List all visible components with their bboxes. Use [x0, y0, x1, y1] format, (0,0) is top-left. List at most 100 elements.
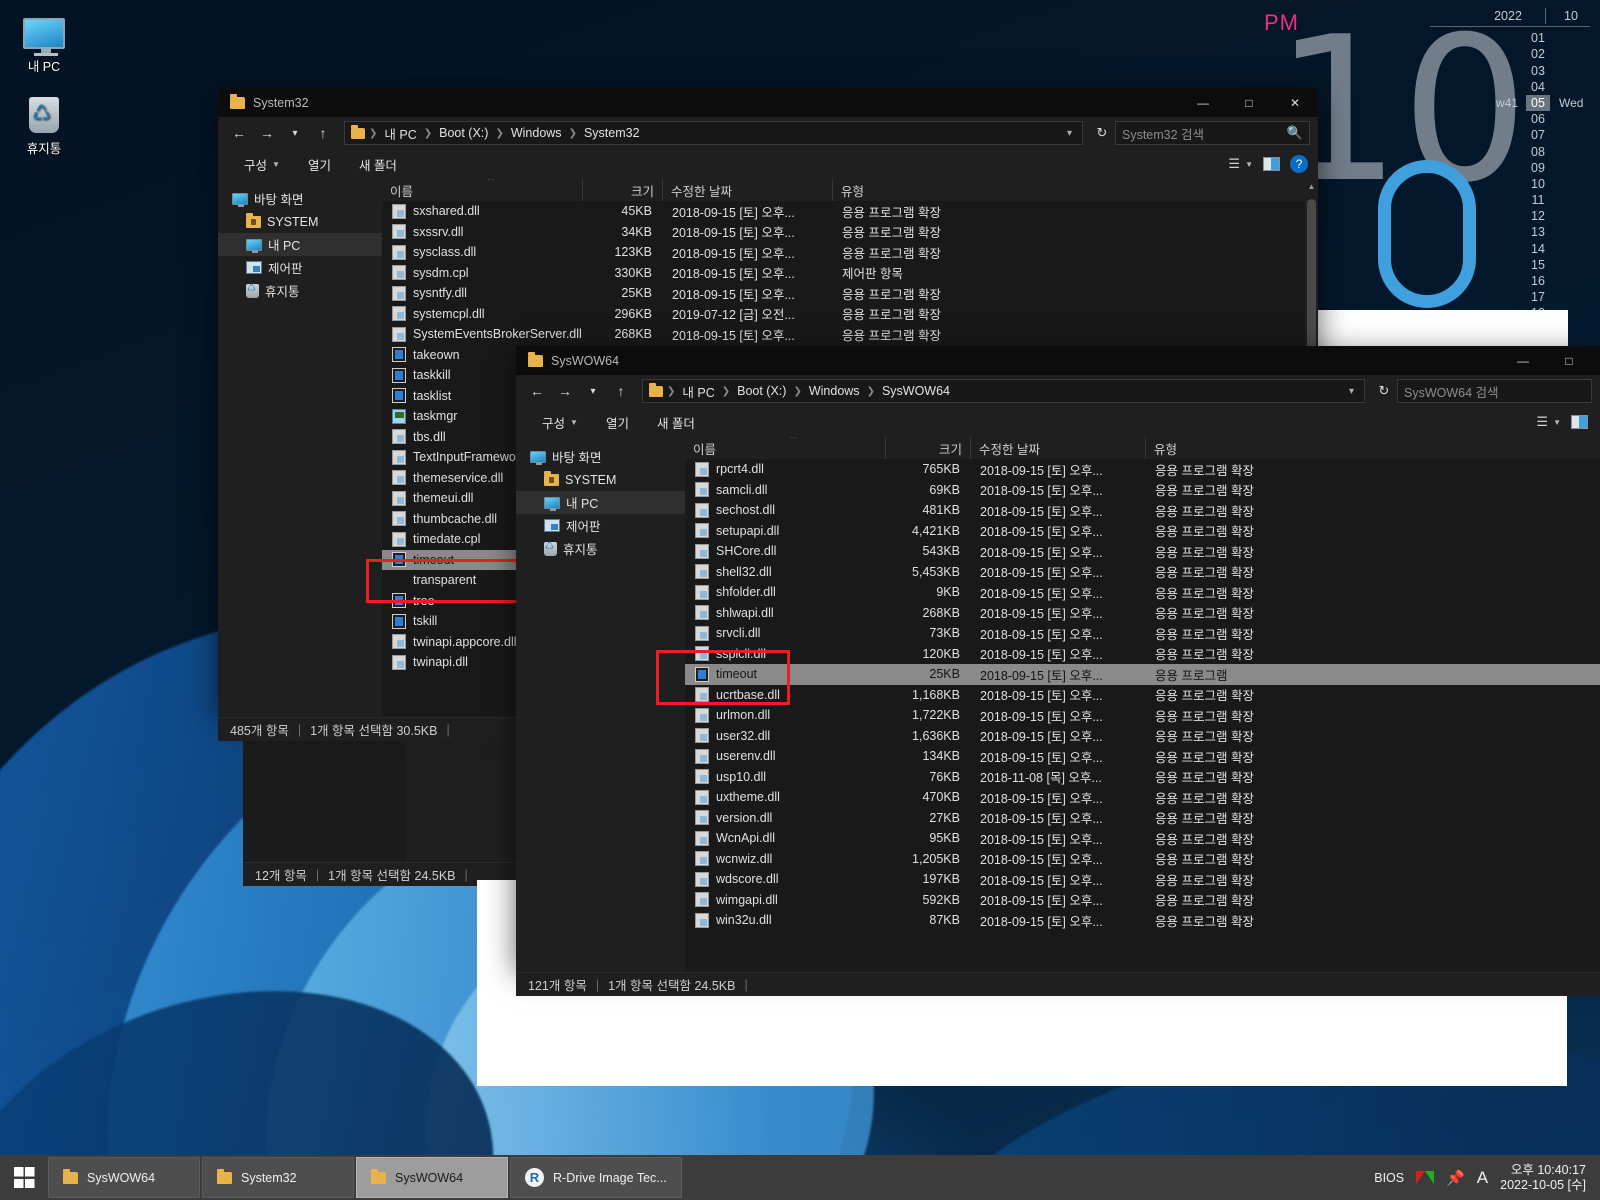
file-row[interactable]: sxshared.dll 45KB 2018-09-15 [토] 오후... 응용 프… [382, 201, 1318, 222]
file-row[interactable]: timeout 25KB 2018-09-15 [토] 오후... 응용 프로그램 [685, 664, 1600, 685]
close-button[interactable]: ✕ [1272, 88, 1318, 117]
search-box-syswow64[interactable]: SysWOW64 검색 [1397, 379, 1592, 403]
file-row[interactable]: shlwapi.dll 268KB 2018-09-15 [토] 오후... 응용 프… [685, 603, 1600, 624]
nav-item-1[interactable]: SYSTEM [218, 210, 382, 233]
file-list-pane-syswow64[interactable]: 이름 크기 수정한 날짜 유형 ⌃ rpcrt4.dll 765KB 2018-09-15 … [685, 437, 1600, 972]
file-row[interactable]: systemcpl.dll 296KB 2019-07-12 [금] 오전... 응용… [382, 304, 1318, 325]
taskbar[interactable]: SysWOW64 System32 SysWOW64 R R-Drive Image T… [0, 1155, 1600, 1200]
nav-item-0[interactable]: 바탕 화면 [516, 445, 685, 468]
file-row[interactable]: shell32.dll 5,453KB 2018-09-15 [토] 오후... 응용… [685, 562, 1600, 583]
new-folder-button[interactable]: 새 폴더 [643, 409, 709, 435]
preview-pane-icon[interactable] [1571, 415, 1588, 429]
column-header-3[interactable]: 유형 [832, 179, 957, 201]
column-header-1[interactable]: 크기 [885, 437, 970, 459]
scroll-up-icon[interactable]: ▲ [1305, 179, 1318, 193]
breadcrumb-item[interactable]: 내 PC [381, 124, 419, 143]
nav-item-1[interactable]: SYSTEM [516, 468, 685, 491]
maximize-button[interactable]: □ [1226, 88, 1272, 117]
navigation-bar-system32[interactable]: ← → ▾ ↑ ❯ 내 PC ❯ Boot (X:) ❯ Windows ❯ S… [218, 117, 1318, 149]
command-bar-right[interactable]: ☰ ▼ ? [1228, 155, 1308, 173]
command-bar-system32[interactable]: 구성 ▼ 열기 새 폴더 ☰ ▼ ? [218, 149, 1318, 179]
column-header-0[interactable]: 이름 [685, 437, 885, 459]
nav-item-3[interactable]: 제어판 [218, 256, 382, 279]
file-row[interactable]: wimgapi.dll 592KB 2018-09-15 [토] 오후... 응용 프… [685, 890, 1600, 911]
file-row[interactable]: sxssrv.dll 34KB 2018-09-15 [토] 오후... 응용 프로그… [382, 222, 1318, 243]
column-header-2[interactable]: 수정한 날짜 [970, 437, 1145, 459]
taskbar-item-2[interactable]: SysWOW64 [356, 1157, 508, 1198]
recent-locations-chevron-down-icon[interactable]: ▾ [580, 378, 606, 404]
file-row[interactable]: wdscore.dll 197KB 2018-09-15 [토] 오후... 응용 프… [685, 869, 1600, 890]
taskbar-item-1[interactable]: System32 [202, 1157, 354, 1198]
breadcrumb-chevron-down-icon[interactable]: ▾ [1345, 386, 1358, 397]
window-controls[interactable]: — □ ✕ [1180, 88, 1318, 117]
titlebar-syswow64[interactable]: SysWOW64 — □ [516, 346, 1600, 375]
minimize-button[interactable]: — [1180, 88, 1226, 117]
file-row[interactable]: sysdm.cpl 330KB 2018-09-15 [토] 오후... 제어판 항목 [382, 263, 1318, 284]
file-row[interactable]: wcnwiz.dll 1,205KB 2018-09-15 [토] 오후... 응용 … [685, 849, 1600, 870]
file-row[interactable]: samcli.dll 69KB 2018-09-15 [토] 오후... 응용 프로그… [685, 480, 1600, 501]
file-row[interactable]: win32u.dll 87KB 2018-09-15 [토] 오후... 응용 프로그… [685, 910, 1600, 931]
forward-button[interactable]: → [254, 120, 280, 146]
refresh-button[interactable]: ↻ [1373, 379, 1395, 403]
clock-tray[interactable]: 오후 10:40:17 2022-10-05 [수] [1500, 1163, 1586, 1193]
column-header-2[interactable]: 수정한 날짜 [662, 179, 832, 201]
system-tray[interactable]: BIOS 📌 A 오후 10:40:17 2022-10-05 [수] [1374, 1155, 1600, 1200]
organize-button[interactable]: 구성 ▼ [528, 409, 592, 435]
nav-item-3[interactable]: 제어판 [516, 514, 685, 537]
titlebar-system32[interactable]: System32 — □ ✕ [218, 88, 1318, 117]
search-box-system32[interactable]: System32 검색 🔍 [1115, 121, 1310, 145]
nav-item-2[interactable]: 내 PC [218, 233, 382, 256]
breadcrumb-item[interactable]: System32 [581, 126, 643, 140]
file-row[interactable]: sechost.dll 481KB 2018-09-15 [토] 오후... 응용 프… [685, 500, 1600, 521]
breadcrumb-syswow64[interactable]: ❯ 내 PC ❯ Boot (X:) ❯ Windows ❯ SysWOW64 … [642, 379, 1365, 403]
file-row[interactable]: sspicli.dll 120KB 2018-09-15 [토] 오후... 응용 프… [685, 644, 1600, 665]
file-row[interactable]: user32.dll 1,636KB 2018-09-15 [토] 오후... 응용 … [685, 726, 1600, 747]
breadcrumb-item[interactable]: Windows [508, 126, 565, 140]
column-header-1[interactable]: 크기 [582, 179, 662, 201]
nav-item-2[interactable]: 내 PC [516, 491, 685, 514]
preview-pane-icon[interactable] [1263, 157, 1280, 171]
file-row[interactable]: setupapi.dll 4,421KB 2018-09-15 [토] 오후... 응… [685, 521, 1600, 542]
back-button[interactable]: ← [524, 378, 550, 404]
open-button[interactable]: 열기 [294, 151, 345, 177]
open-button[interactable]: 열기 [592, 409, 643, 435]
command-bar-right[interactable]: ☰ ▼ [1536, 414, 1588, 430]
recent-locations-chevron-down-icon[interactable]: ▾ [282, 120, 308, 146]
column-header-3[interactable]: 유형 [1145, 437, 1280, 459]
nav-item-0[interactable]: 바탕 화면 [218, 187, 382, 210]
breadcrumb-item[interactable]: SysWOW64 [879, 384, 953, 398]
file-row[interactable]: srvcli.dll 73KB 2018-09-15 [토] 오후... 응용 프로그… [685, 623, 1600, 644]
nvidia-tray-icon[interactable] [1416, 1171, 1435, 1184]
column-headers-syswow64[interactable]: 이름 크기 수정한 날짜 유형 ⌃ [685, 437, 1600, 459]
help-button[interactable]: ? [1290, 155, 1308, 173]
search-input[interactable]: SysWOW64 검색 [1404, 382, 1585, 401]
up-button[interactable]: ↑ [608, 378, 634, 404]
breadcrumb-item[interactable]: Boot (X:) [436, 126, 491, 140]
navigation-bar-syswow64[interactable]: ← → ▾ ↑ ❯ 내 PC ❯ Boot (X:) ❯ Windows ❯ S… [516, 375, 1600, 407]
taskbar-item-0[interactable]: SysWOW64 [48, 1157, 200, 1198]
start-button[interactable] [0, 1155, 48, 1200]
file-row[interactable]: uxtheme.dll 470KB 2018-09-15 [토] 오후... 응용 프… [685, 787, 1600, 808]
desktop-icon-my-pc[interactable]: 내 PC [0, 10, 88, 75]
back-button[interactable]: ← [226, 120, 252, 146]
file-row[interactable]: SystemEventsBrokerServer.dll 268KB 2018-09… [382, 324, 1318, 345]
search-icon[interactable]: 🔍 [1287, 125, 1303, 141]
file-row[interactable]: shfolder.dll 9KB 2018-09-15 [토] 오후... 응용 프로… [685, 582, 1600, 603]
view-options-button[interactable]: ☰ ▼ [1536, 414, 1561, 430]
pin-tray-icon[interactable]: 📌 [1446, 1169, 1465, 1187]
breadcrumb-chevron-down-icon[interactable]: ▾ [1063, 128, 1076, 139]
nav-item-4[interactable]: 휴지통 [516, 537, 685, 560]
file-row[interactable]: ucrtbase.dll 1,168KB 2018-09-15 [토] 오후... 응… [685, 685, 1600, 706]
file-row[interactable]: version.dll 27KB 2018-09-15 [토] 오후... 응용 프로… [685, 808, 1600, 829]
file-row[interactable]: sysclass.dll 123KB 2018-09-15 [토] 오후... 응용 … [382, 242, 1318, 263]
file-row[interactable]: WcnApi.dll 95KB 2018-09-15 [토] 오후... 응용 프로그… [685, 828, 1600, 849]
explorer-window-syswow64[interactable]: SysWOW64 — □ ← → ▾ ↑ ❯ 내 PC ❯ Boot (X:) … [516, 346, 1600, 996]
navigation-pane-system32[interactable]: 바탕 화면 SYSTEM 내 PC 제어판휴지통 [218, 179, 382, 717]
refresh-button[interactable]: ↻ [1091, 121, 1113, 145]
nav-item-4[interactable]: 휴지통 [218, 279, 382, 302]
file-row[interactable]: SHCore.dll 543KB 2018-09-15 [토] 오후... 응용 프로… [685, 541, 1600, 562]
language-indicator[interactable]: A [1477, 1168, 1488, 1188]
file-rows-syswow64[interactable]: rpcrt4.dll 765KB 2018-09-15 [토] 오후... 응용 프로… [685, 459, 1600, 931]
navigation-pane-syswow64[interactable]: 바탕 화면 SYSTEM 내 PC 제어판휴지통 [516, 437, 685, 972]
new-folder-button[interactable]: 새 폴더 [345, 151, 411, 177]
